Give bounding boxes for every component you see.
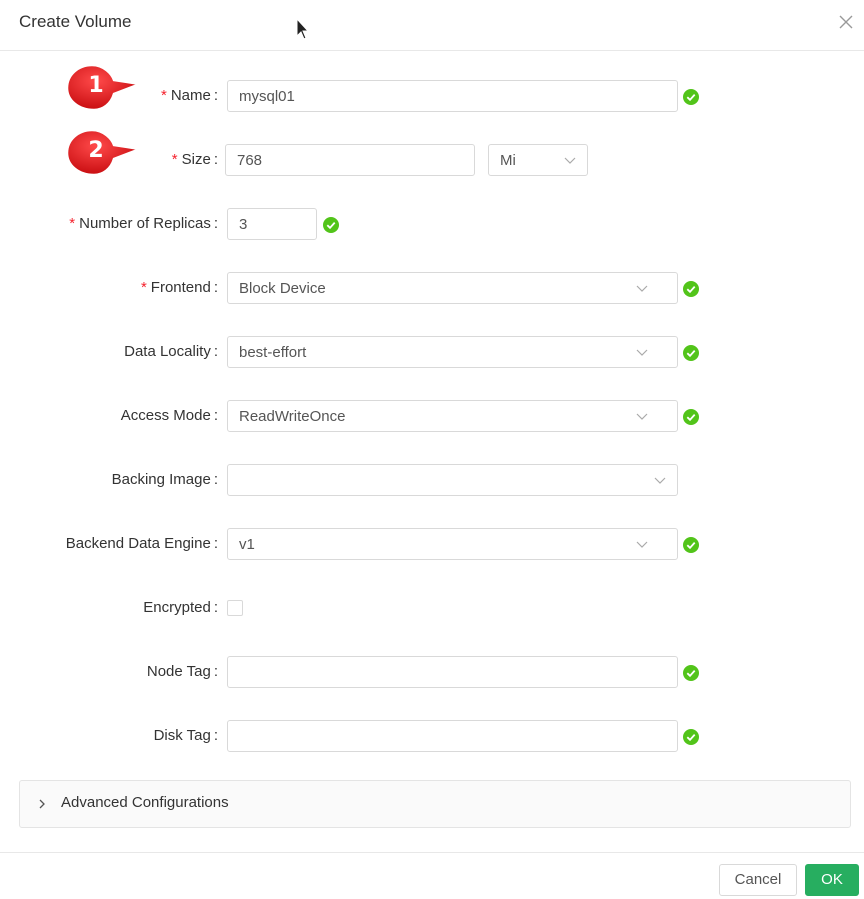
replicas-label: * Number of Replicas: bbox=[69, 215, 218, 232]
node-tag-label: Node Tag: bbox=[147, 663, 218, 680]
valid-check-icon bbox=[683, 345, 699, 361]
advanced-configurations-title: Advanced Configurations bbox=[61, 794, 229, 811]
label-text: Size bbox=[181, 151, 211, 168]
required-mark: * bbox=[69, 215, 76, 232]
size-value: 768 bbox=[237, 152, 263, 169]
label-colon: : bbox=[213, 599, 218, 616]
chevron-down-icon bbox=[636, 413, 648, 420]
label-colon: : bbox=[213, 407, 218, 424]
data-locality-value: best-effort bbox=[239, 344, 307, 361]
form-row-frontend: * Frontend: Block Device bbox=[0, 272, 864, 304]
label-text: Access Mode bbox=[120, 407, 211, 424]
close-icon[interactable] bbox=[836, 12, 856, 32]
size-unit-value: Mi bbox=[500, 152, 516, 169]
mouse-cursor-icon bbox=[296, 18, 310, 40]
form-row-replicas: * Number of Replicas: 3 bbox=[0, 208, 864, 240]
form-row-data-locality: Data Locality: best-effort bbox=[0, 336, 864, 368]
frontend-select[interactable]: Block Device bbox=[227, 272, 678, 304]
node-tag-select[interactable] bbox=[227, 656, 678, 688]
backend-engine-select[interactable]: v1 bbox=[227, 528, 678, 560]
valid-check-icon bbox=[683, 281, 699, 297]
label-colon: : bbox=[213, 727, 218, 744]
encrypted-label: Encrypted: bbox=[143, 599, 218, 616]
label-colon: : bbox=[213, 663, 218, 680]
form-row-encrypted: Encrypted: bbox=[0, 592, 864, 624]
ok-button[interactable]: OK bbox=[805, 864, 859, 896]
size-unit-select[interactable]: Mi bbox=[488, 144, 588, 176]
required-mark: * bbox=[171, 151, 178, 168]
label-text: Number of Replicas bbox=[79, 215, 211, 232]
form-row-backing-image: Backing Image: bbox=[0, 464, 864, 496]
chevron-right-icon bbox=[39, 799, 45, 809]
valid-check-icon bbox=[683, 729, 699, 745]
label-text: Disk Tag bbox=[153, 727, 211, 744]
frontend-value: Block Device bbox=[239, 280, 326, 297]
form-row-disk-tag: Disk Tag: bbox=[0, 720, 864, 752]
label-text: Name bbox=[170, 87, 211, 104]
name-label: * Name: bbox=[161, 87, 218, 104]
required-mark: * bbox=[140, 279, 147, 296]
label-colon: : bbox=[213, 87, 218, 104]
name-value: mysql01 bbox=[239, 88, 295, 105]
valid-check-icon bbox=[323, 217, 339, 233]
label-text: Node Tag bbox=[146, 663, 211, 680]
chevron-down-icon bbox=[636, 349, 648, 356]
label-colon: : bbox=[213, 343, 218, 360]
size-input[interactable]: 768 bbox=[225, 144, 475, 176]
replicas-input[interactable]: 3 bbox=[227, 208, 317, 240]
cancel-button[interactable]: Cancel bbox=[719, 864, 797, 896]
advanced-configurations-panel[interactable]: Advanced Configurations bbox=[19, 780, 851, 828]
form-row-name: * Name: mysql01 bbox=[0, 80, 864, 112]
valid-check-icon bbox=[683, 89, 699, 105]
data-locality-label: Data Locality: bbox=[124, 343, 218, 360]
label-text: Backing Image bbox=[111, 471, 211, 488]
backing-image-select[interactable] bbox=[227, 464, 678, 496]
disk-tag-label: Disk Tag: bbox=[154, 727, 218, 744]
chevron-down-icon bbox=[636, 541, 648, 548]
label-colon: : bbox=[213, 471, 218, 488]
label-colon: : bbox=[213, 151, 218, 168]
backing-image-label: Backing Image: bbox=[112, 471, 218, 488]
label-colon: : bbox=[213, 215, 218, 232]
label-colon: : bbox=[213, 279, 218, 296]
chevron-down-icon bbox=[654, 477, 666, 484]
label-text: Encrypted bbox=[143, 599, 211, 616]
create-volume-dialog: Create Volume 1 2 * Name: mysql01 * Siz… bbox=[0, 0, 864, 899]
label-colon: : bbox=[213, 535, 218, 552]
replicas-value: 3 bbox=[239, 216, 248, 233]
frontend-label: * Frontend: bbox=[141, 279, 218, 296]
chevron-down-icon bbox=[564, 157, 576, 164]
access-mode-select[interactable]: ReadWriteOnce bbox=[227, 400, 678, 432]
encrypted-checkbox[interactable] bbox=[227, 600, 243, 616]
form-row-backend-engine: Backend Data Engine: v1 bbox=[0, 528, 864, 560]
disk-tag-select[interactable] bbox=[227, 720, 678, 752]
form-row-node-tag: Node Tag: bbox=[0, 656, 864, 688]
access-mode-label: Access Mode: bbox=[121, 407, 218, 424]
chevron-down-icon bbox=[636, 285, 648, 292]
size-label: * Size: bbox=[172, 151, 218, 168]
valid-check-icon bbox=[683, 537, 699, 553]
required-mark: * bbox=[160, 87, 167, 104]
valid-check-icon bbox=[683, 665, 699, 681]
valid-check-icon bbox=[683, 409, 699, 425]
form-row-size: * Size: 768 Mi bbox=[0, 144, 864, 176]
dialog-footer: Cancel OK bbox=[0, 852, 864, 899]
data-locality-select[interactable]: best-effort bbox=[227, 336, 678, 368]
label-text: Frontend bbox=[150, 279, 211, 296]
backend-engine-label: Backend Data Engine: bbox=[66, 535, 218, 552]
access-mode-value: ReadWriteOnce bbox=[239, 408, 346, 425]
dialog-title: Create Volume bbox=[19, 12, 132, 31]
label-text: Data Locality bbox=[124, 343, 211, 360]
backend-engine-value: v1 bbox=[239, 536, 255, 553]
form-row-access-mode: Access Mode: ReadWriteOnce bbox=[0, 400, 864, 432]
dialog-header: Create Volume bbox=[0, 0, 864, 51]
name-input[interactable]: mysql01 bbox=[227, 80, 678, 112]
label-text: Backend Data Engine bbox=[65, 535, 211, 552]
